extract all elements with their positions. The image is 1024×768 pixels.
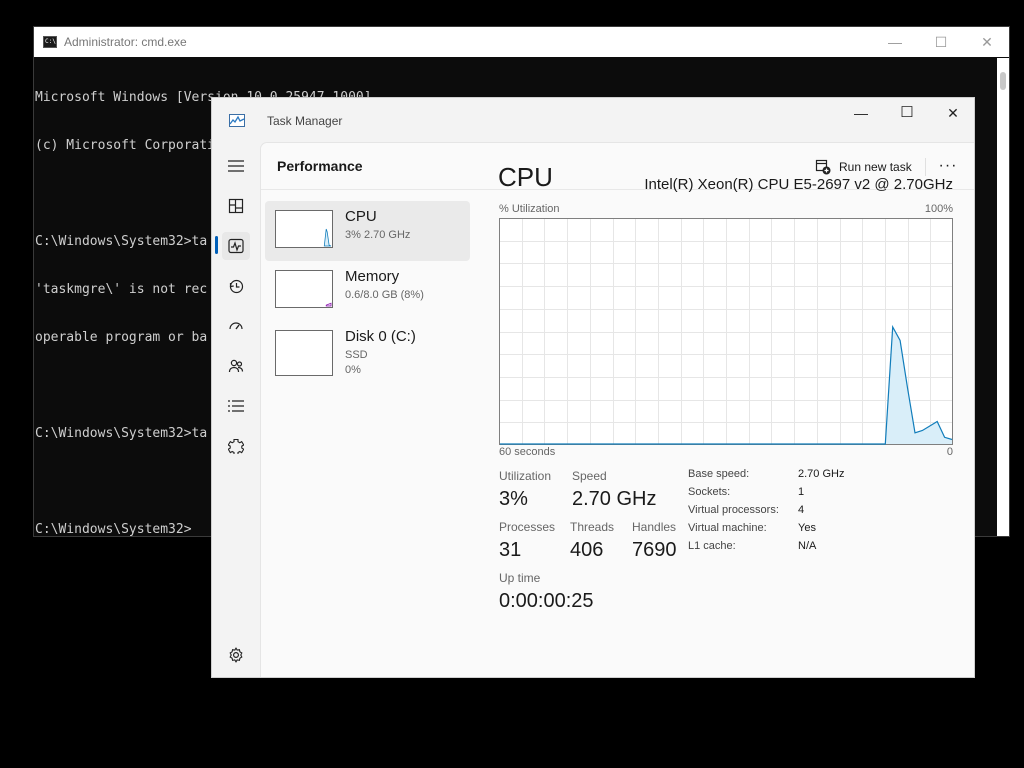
cpu-heading: CPU	[498, 162, 553, 192]
graph-y-label: % Utilization	[499, 203, 560, 215]
cpu-thumbnail-graph	[275, 210, 333, 248]
processes-icon	[228, 198, 244, 214]
nav-details[interactable]	[222, 392, 250, 420]
cmd-close-button[interactable]: ✕	[964, 27, 1010, 57]
side-item-name: Disk 0 (C:)	[345, 328, 416, 345]
threads-label: Threads	[570, 520, 615, 534]
cmd-scrollbar-thumb[interactable]	[1000, 72, 1006, 90]
users-icon	[228, 359, 244, 373]
side-item-detail: 0%	[345, 364, 361, 376]
detail-row: L1 cache: N/A	[688, 540, 844, 558]
nav-startup-apps[interactable]	[222, 312, 250, 340]
nav-services[interactable]	[222, 432, 250, 460]
task-manager-window[interactable]: Task Manager — ☐ ✕ Performance Run new t…	[211, 97, 975, 678]
detail-label: Base speed:	[688, 468, 750, 480]
graph-y-min-label: 0	[946, 446, 953, 458]
detail-value: 2.70 GHz	[798, 468, 845, 480]
detail-row: Base speed: 2.70 GHz	[688, 468, 844, 486]
side-item-cpu[interactable]: CPU 3% 2.70 GHz	[265, 201, 470, 261]
run-new-task-icon	[815, 159, 831, 175]
side-item-name: Memory	[345, 268, 400, 285]
task-manager-titlebar[interactable]: Task Manager — ☐ ✕	[212, 98, 974, 142]
detail-value: Yes	[798, 522, 816, 534]
page-title: Performance	[277, 158, 363, 174]
detail-label: Virtual machine:	[688, 522, 767, 534]
threads-value: 406	[570, 539, 604, 561]
nav-app-history[interactable]	[222, 272, 250, 300]
services-icon	[228, 438, 244, 454]
detail-row: Virtual machine: Yes	[688, 522, 844, 540]
startup-apps-icon	[229, 322, 243, 330]
cmd-minimize-button[interactable]: —	[872, 27, 918, 57]
performance-icon	[228, 238, 244, 254]
cmd-app-icon: C:\	[43, 36, 57, 48]
side-item-detail: 3% 2.70 GHz	[345, 229, 411, 241]
settings-icon	[229, 647, 243, 663]
memory-thumbnail-graph	[275, 270, 333, 308]
handles-value: 7690	[632, 539, 677, 561]
side-item-disk[interactable]: Disk 0 (C:) SSD 0%	[265, 321, 470, 381]
utilization-value: 3%	[499, 488, 528, 510]
uptime-value: 0:00:00:25	[499, 590, 594, 612]
hamburger-menu-button[interactable]	[222, 152, 250, 180]
cpu-details-table: Base speed: 2.70 GHz Sockets: 1 Virtual …	[688, 468, 844, 558]
cpu-utilization-graph	[499, 218, 953, 445]
tm-maximize-button[interactable]: ☐	[884, 102, 930, 132]
speed-label: Speed	[572, 469, 607, 483]
nav-processes[interactable]	[222, 192, 250, 220]
task-manager-title: Task Manager	[267, 114, 343, 128]
uptime-label: Up time	[499, 571, 541, 585]
handles-label: Handles	[632, 520, 677, 534]
performance-page: Performance Run new task ··· CPU 3% 2.70…	[260, 142, 974, 677]
processes-label: Processes	[499, 520, 556, 534]
detail-value: N/A	[798, 540, 817, 552]
detail-row: Virtual processors: 4	[688, 504, 844, 522]
run-new-task-label: Run new task	[839, 160, 912, 174]
detail-row: Sockets: 1	[688, 486, 844, 504]
cmd-maximize-button[interactable]: ☐	[918, 27, 964, 57]
cmd-window-title: Administrator: cmd.exe	[64, 35, 187, 49]
task-manager-app-icon	[229, 114, 245, 127]
processes-value: 31	[499, 539, 522, 561]
detail-value: 1	[798, 486, 805, 498]
graph-x-label: 60 seconds	[499, 446, 556, 458]
nav-performance[interactable]	[222, 232, 250, 260]
detail-label: Sockets:	[688, 486, 731, 498]
utilization-label: Utilization	[499, 469, 552, 483]
hamburger-menu-icon	[228, 160, 244, 172]
side-item-name: CPU	[345, 208, 377, 225]
speed-value: 2.70 GHz	[572, 488, 657, 510]
disk-thumbnail-graph	[275, 330, 333, 376]
cpu-model-name: Intel(R) Xeon(R) CPU E5-2697 v2 @ 2.70GH…	[644, 176, 953, 193]
rail-active-indicator	[215, 236, 218, 254]
cmd-titlebar[interactable]: C:\ Administrator: cmd.exe — ☐ ✕	[34, 27, 1009, 57]
nav-settings[interactable]	[222, 641, 250, 669]
detail-value: 4	[798, 504, 805, 516]
side-item-detail: SSD	[345, 349, 368, 361]
detail-label: L1 cache:	[688, 540, 736, 552]
graph-y-max-label: 100%	[924, 203, 953, 215]
details-icon	[228, 400, 244, 412]
tm-close-button[interactable]: ✕	[930, 102, 976, 132]
app-history-icon	[229, 279, 244, 294]
cmd-scrollbar[interactable]	[997, 58, 1009, 536]
detail-label: Virtual processors:	[688, 504, 779, 516]
nav-users[interactable]	[222, 352, 250, 380]
side-item-detail: 0.6/8.0 GB (8%)	[345, 289, 424, 301]
header-divider	[925, 158, 926, 176]
tm-minimize-button[interactable]: —	[838, 102, 884, 132]
side-item-memory[interactable]: Memory 0.6/8.0 GB (8%)	[265, 261, 470, 321]
